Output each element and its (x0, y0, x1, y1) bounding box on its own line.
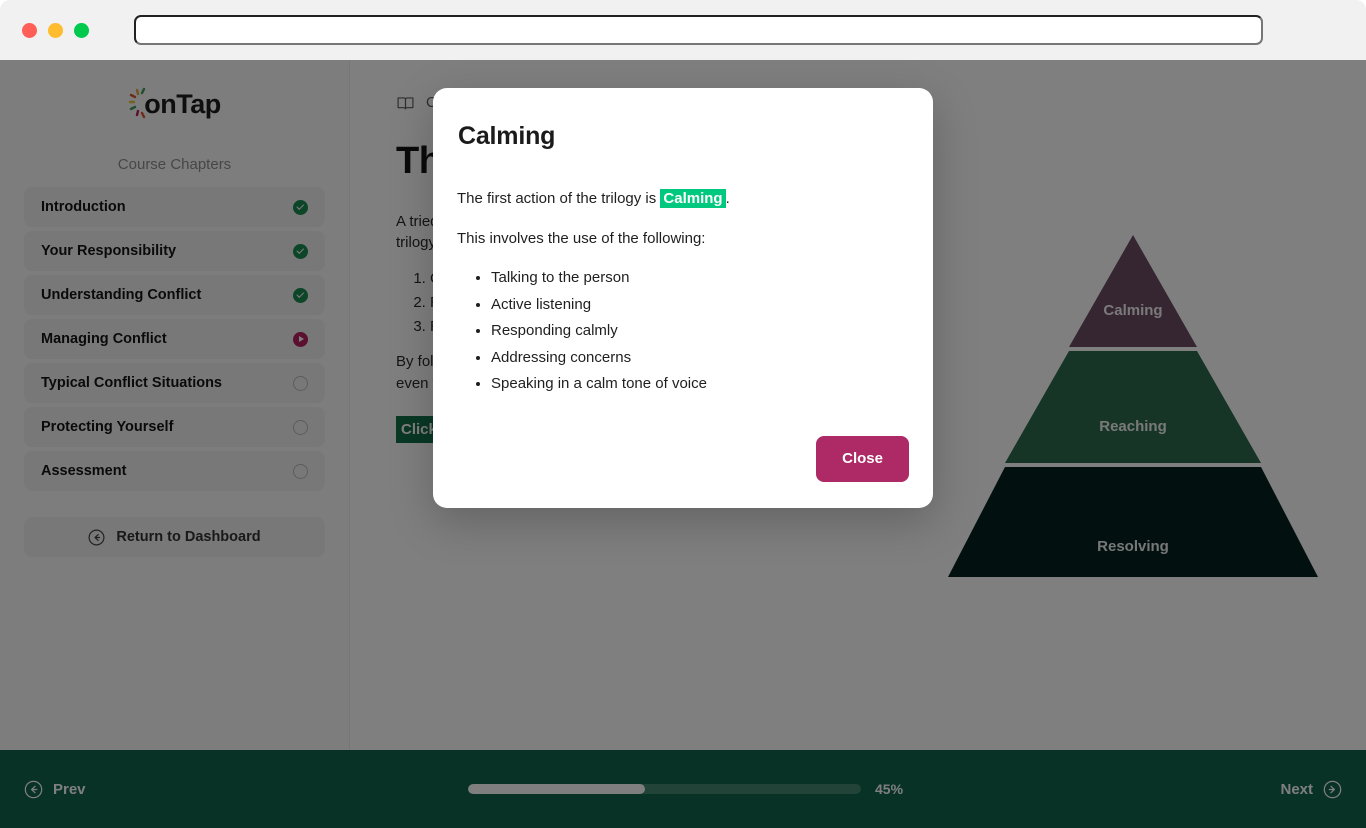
calming-modal: Calming The first action of the trilogy … (433, 88, 933, 508)
modal-intro-prefix: The first action of the trilogy is (457, 190, 661, 207)
window-controls (22, 22, 89, 38)
modal-list-item: Responding calmly (491, 321, 909, 341)
modal-list-item: Addressing concerns (491, 348, 909, 368)
modal-title: Calming (458, 122, 556, 150)
modal-list-item: Speaking in a calm tone of voice (491, 374, 909, 394)
close-window-icon[interactable] (22, 22, 37, 38)
modal-intro: The first action of the trilogy is Calmi… (457, 189, 909, 209)
modal-footer: Close (457, 435, 909, 482)
modal-bullet-list: Talking to the person Active listening R… (491, 268, 909, 394)
modal-keyword-highlight: Calming (660, 189, 726, 208)
modal-body: The first action of the trilogy is Calmi… (457, 189, 909, 394)
modal-list-item: Talking to the person (491, 268, 909, 288)
modal-lead-in: This involves the use of the following: (457, 229, 706, 247)
minimize-window-icon[interactable] (48, 22, 63, 38)
modal-list-item: Active listening (491, 295, 909, 315)
app-root: onTap Course Chapters Introduction Your … (0, 0, 1366, 828)
maximize-window-icon[interactable] (74, 22, 89, 38)
browser-chrome (0, 0, 1366, 60)
url-input[interactable] (134, 15, 1263, 45)
modal-close-button[interactable]: Close (816, 435, 909, 482)
modal-intro-suffix: . (725, 190, 730, 207)
